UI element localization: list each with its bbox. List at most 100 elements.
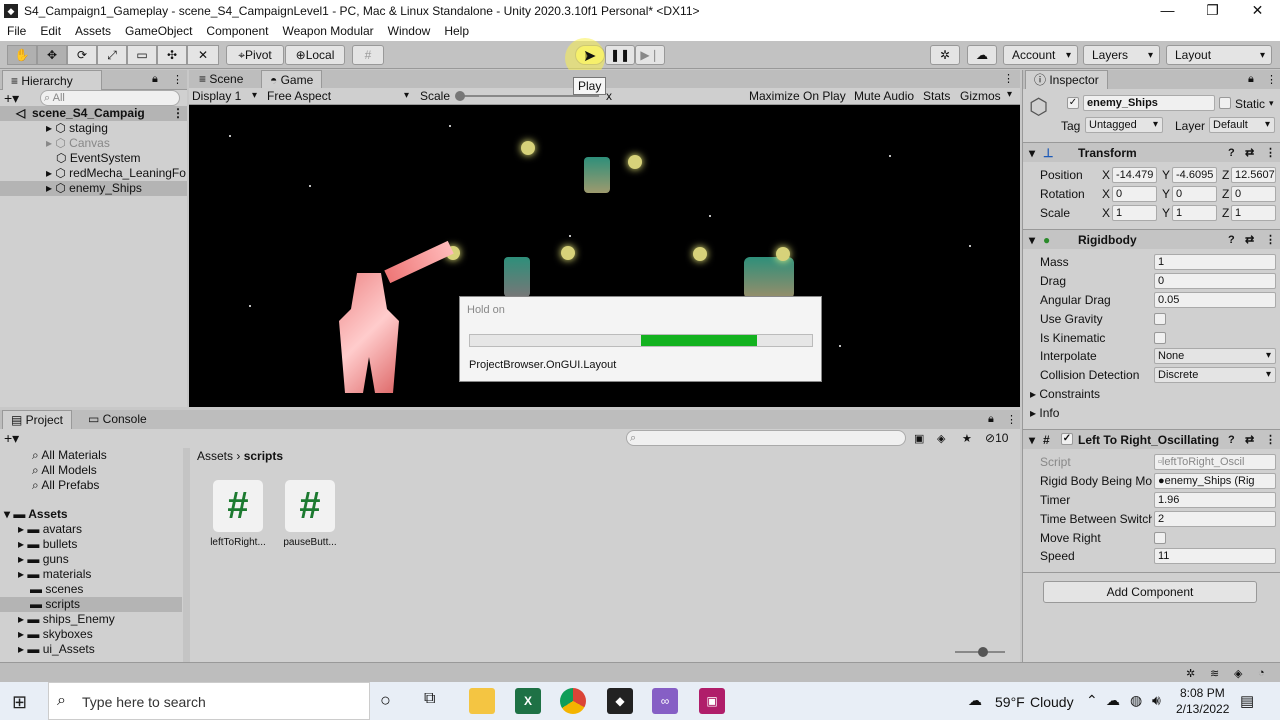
favorite-item[interactable]: ⌕ All Materials [32, 448, 107, 463]
breadcrumb-current[interactable]: scripts [244, 449, 283, 463]
pivot-button[interactable]: ⌖ Pivot [226, 45, 284, 65]
static-arrow-icon[interactable]: ▾ [1269, 98, 1274, 109]
favorite-item[interactable]: ⌕ All Prefabs [32, 478, 99, 493]
info-foldout[interactable]: ▸ Info [1030, 406, 1059, 421]
pause-button[interactable]: ❚❚ [605, 45, 635, 65]
clock-date[interactable]: 2/13/2022 [1176, 702, 1229, 716]
constraints-foldout[interactable]: ▸ Constraints [1030, 387, 1100, 402]
cloud-icon[interactable]: ☁ [967, 45, 997, 65]
rotation-y-input[interactable]: 0 [1172, 186, 1217, 202]
menu-window[interactable]: Window [381, 24, 438, 38]
hierarchy-item[interactable]: ▸ ⬡ Canvas [46, 136, 110, 151]
position-x-input[interactable]: -14.479 [1112, 167, 1157, 183]
onedrive-icon[interactable]: ☁ [1106, 692, 1120, 709]
minimize-button[interactable]: — [1145, 0, 1190, 21]
tag-dropdown[interactable]: Untagged [1085, 117, 1163, 133]
project-add-icon[interactable]: +▾ [4, 430, 19, 447]
hierarchy-item[interactable]: ▸ ⬡ staging [46, 121, 108, 136]
tree-scrollbar[interactable] [183, 448, 190, 662]
tab-project[interactable]: ▤ Project [2, 410, 73, 429]
move-tool-icon[interactable]: ✥ [37, 45, 67, 65]
hand-tool-icon[interactable]: ✋ [7, 45, 37, 65]
project-lock-icon[interactable]: 🔒︎ [988, 413, 994, 426]
inspector-menu-icon[interactable]: ⋮ [1266, 73, 1277, 86]
position-z-input[interactable]: 12.5607 [1231, 167, 1276, 183]
object-name-input[interactable]: enemy_Ships [1083, 95, 1215, 111]
collision-detection-dropdown[interactable]: Discrete [1154, 367, 1276, 383]
hierarchy-search-input[interactable]: ⌕ All [40, 90, 180, 106]
breadcrumb-root[interactable]: Assets [197, 449, 233, 463]
menu-gameobject[interactable]: GameObject [118, 24, 199, 38]
clock-time[interactable]: 8:08 PM [1180, 686, 1225, 700]
gizmos-arrow-icon[interactable]: ▾ [1007, 89, 1012, 100]
active-checkbox[interactable]: ✓ [1067, 97, 1079, 109]
folder-item[interactable]: ▸ ▬ avatars [18, 522, 82, 537]
hierarchy-item-selected[interactable]: ▸ ⬡ enemy_Ships [0, 181, 187, 196]
interpolate-dropdown[interactable]: None [1154, 348, 1276, 364]
preset-icon[interactable]: ⇄ [1245, 230, 1254, 250]
rotate-tool-icon[interactable]: ⟳ [67, 45, 97, 65]
cortana-icon[interactable]: ○ [380, 690, 391, 711]
csharp-script-icon[interactable]: # [213, 480, 263, 532]
folder-item[interactable]: ▬ scenes [30, 582, 83, 597]
local-button[interactable]: ⊕ Local [285, 45, 345, 65]
is-kinematic-checkbox[interactable] [1154, 332, 1166, 344]
filter-label-icon[interactable]: ◈ [937, 432, 945, 445]
move-right-checkbox[interactable] [1154, 532, 1166, 544]
scale-tool-icon[interactable]: ⤢ [97, 45, 127, 65]
preset-icon[interactable]: ⇄ [1245, 143, 1254, 163]
inspector-lock-icon[interactable]: 🔒︎ [1248, 73, 1254, 86]
icon-size-slider-handle[interactable] [978, 647, 988, 657]
excel-icon[interactable]: X [515, 688, 541, 714]
folder-item[interactable]: ▸ ▬ ships_Enemy [18, 612, 115, 627]
time-between-switch-input[interactable]: 2 [1154, 511, 1276, 527]
rotation-x-input[interactable]: 0 [1112, 186, 1157, 202]
lock-icon[interactable]: 🔒︎ [152, 73, 158, 86]
folder-item[interactable]: ▸ ▬ materials [18, 567, 91, 582]
folder-item-selected[interactable]: ▬ scripts [0, 597, 182, 612]
menu-edit[interactable]: Edit [33, 24, 68, 38]
progress-status-icon[interactable]: ◔ [1258, 667, 1265, 679]
add-icon[interactable]: +▾ [4, 90, 19, 107]
script-component-header[interactable]: ▾ # ✓ Left To Right_Oscillating (? ⇄ ⋮ [1023, 429, 1280, 449]
visual-studio-icon[interactable]: ∞ [652, 688, 678, 714]
layers-dropdown[interactable]: Layers [1083, 45, 1160, 65]
step-button[interactable]: ▶❘ [635, 45, 665, 65]
component-menu-icon[interactable]: ⋮ [1265, 230, 1276, 250]
tab-scene[interactable]: ≡ Scene [191, 70, 251, 88]
angular-drag-input[interactable]: 0.05 [1154, 292, 1276, 308]
assets-root[interactable]: ▾ ▬ Assets [4, 507, 68, 522]
hierarchy-item[interactable]: ⬡ EventSystem [56, 151, 141, 166]
maximize-on-play-toggle[interactable]: Maximize On Play [749, 89, 846, 103]
close-button[interactable]: ✕ [1235, 0, 1280, 21]
maximize-button[interactable]: ❐ [1190, 0, 1235, 21]
unity-taskbar-icon[interactable]: ◆ [607, 688, 633, 714]
project-search-input[interactable]: ⌕ [626, 430, 906, 446]
scene-menu-icon[interactable]: ⋮ [172, 106, 184, 121]
tab-game[interactable]: ◓ Game [261, 70, 323, 88]
rigidbody-header[interactable]: ▾ ● Rigidbody? ⇄ ⋮ [1023, 229, 1280, 249]
scale-x-input[interactable]: 1 [1112, 205, 1157, 221]
timer-input[interactable]: 1.96 [1154, 492, 1276, 508]
menu-component[interactable]: Component [199, 24, 275, 38]
weather-desc[interactable]: Cloudy [1030, 694, 1074, 710]
scale-y-input[interactable]: 1 [1172, 205, 1217, 221]
position-y-input[interactable]: -4.6095 [1172, 167, 1217, 183]
chrome-icon[interactable] [560, 688, 586, 714]
rigid-body-field[interactable]: ●enemy_Ships (Rig [1154, 473, 1276, 489]
hierarchy-item[interactable]: ▸ ⬡ redMecha_LeaningFo [46, 166, 186, 181]
task-view-icon[interactable]: ⧉ [424, 690, 435, 708]
volume-icon[interactable]: 🔊︎ [1152, 692, 1161, 709]
file-explorer-icon[interactable] [469, 688, 495, 714]
help-icon[interactable]: ? [1228, 430, 1235, 450]
collab-icon[interactable]: ✲ [930, 45, 960, 65]
gizmos-dropdown[interactable]: Gizmos [960, 89, 1001, 103]
layer-dropdown[interactable]: Default [1209, 117, 1275, 133]
favorite-item[interactable]: ⌕ All Models [32, 463, 97, 478]
folder-item[interactable]: ▸ ▬ ui_Assets [18, 642, 95, 657]
add-component-button[interactable]: Add Component [1043, 581, 1257, 603]
network-icon[interactable]: ◍ [1130, 692, 1142, 709]
mass-input[interactable]: 1 [1154, 254, 1276, 270]
mute-audio-toggle[interactable]: Mute Audio [854, 89, 914, 103]
static-checkbox[interactable] [1219, 97, 1231, 109]
